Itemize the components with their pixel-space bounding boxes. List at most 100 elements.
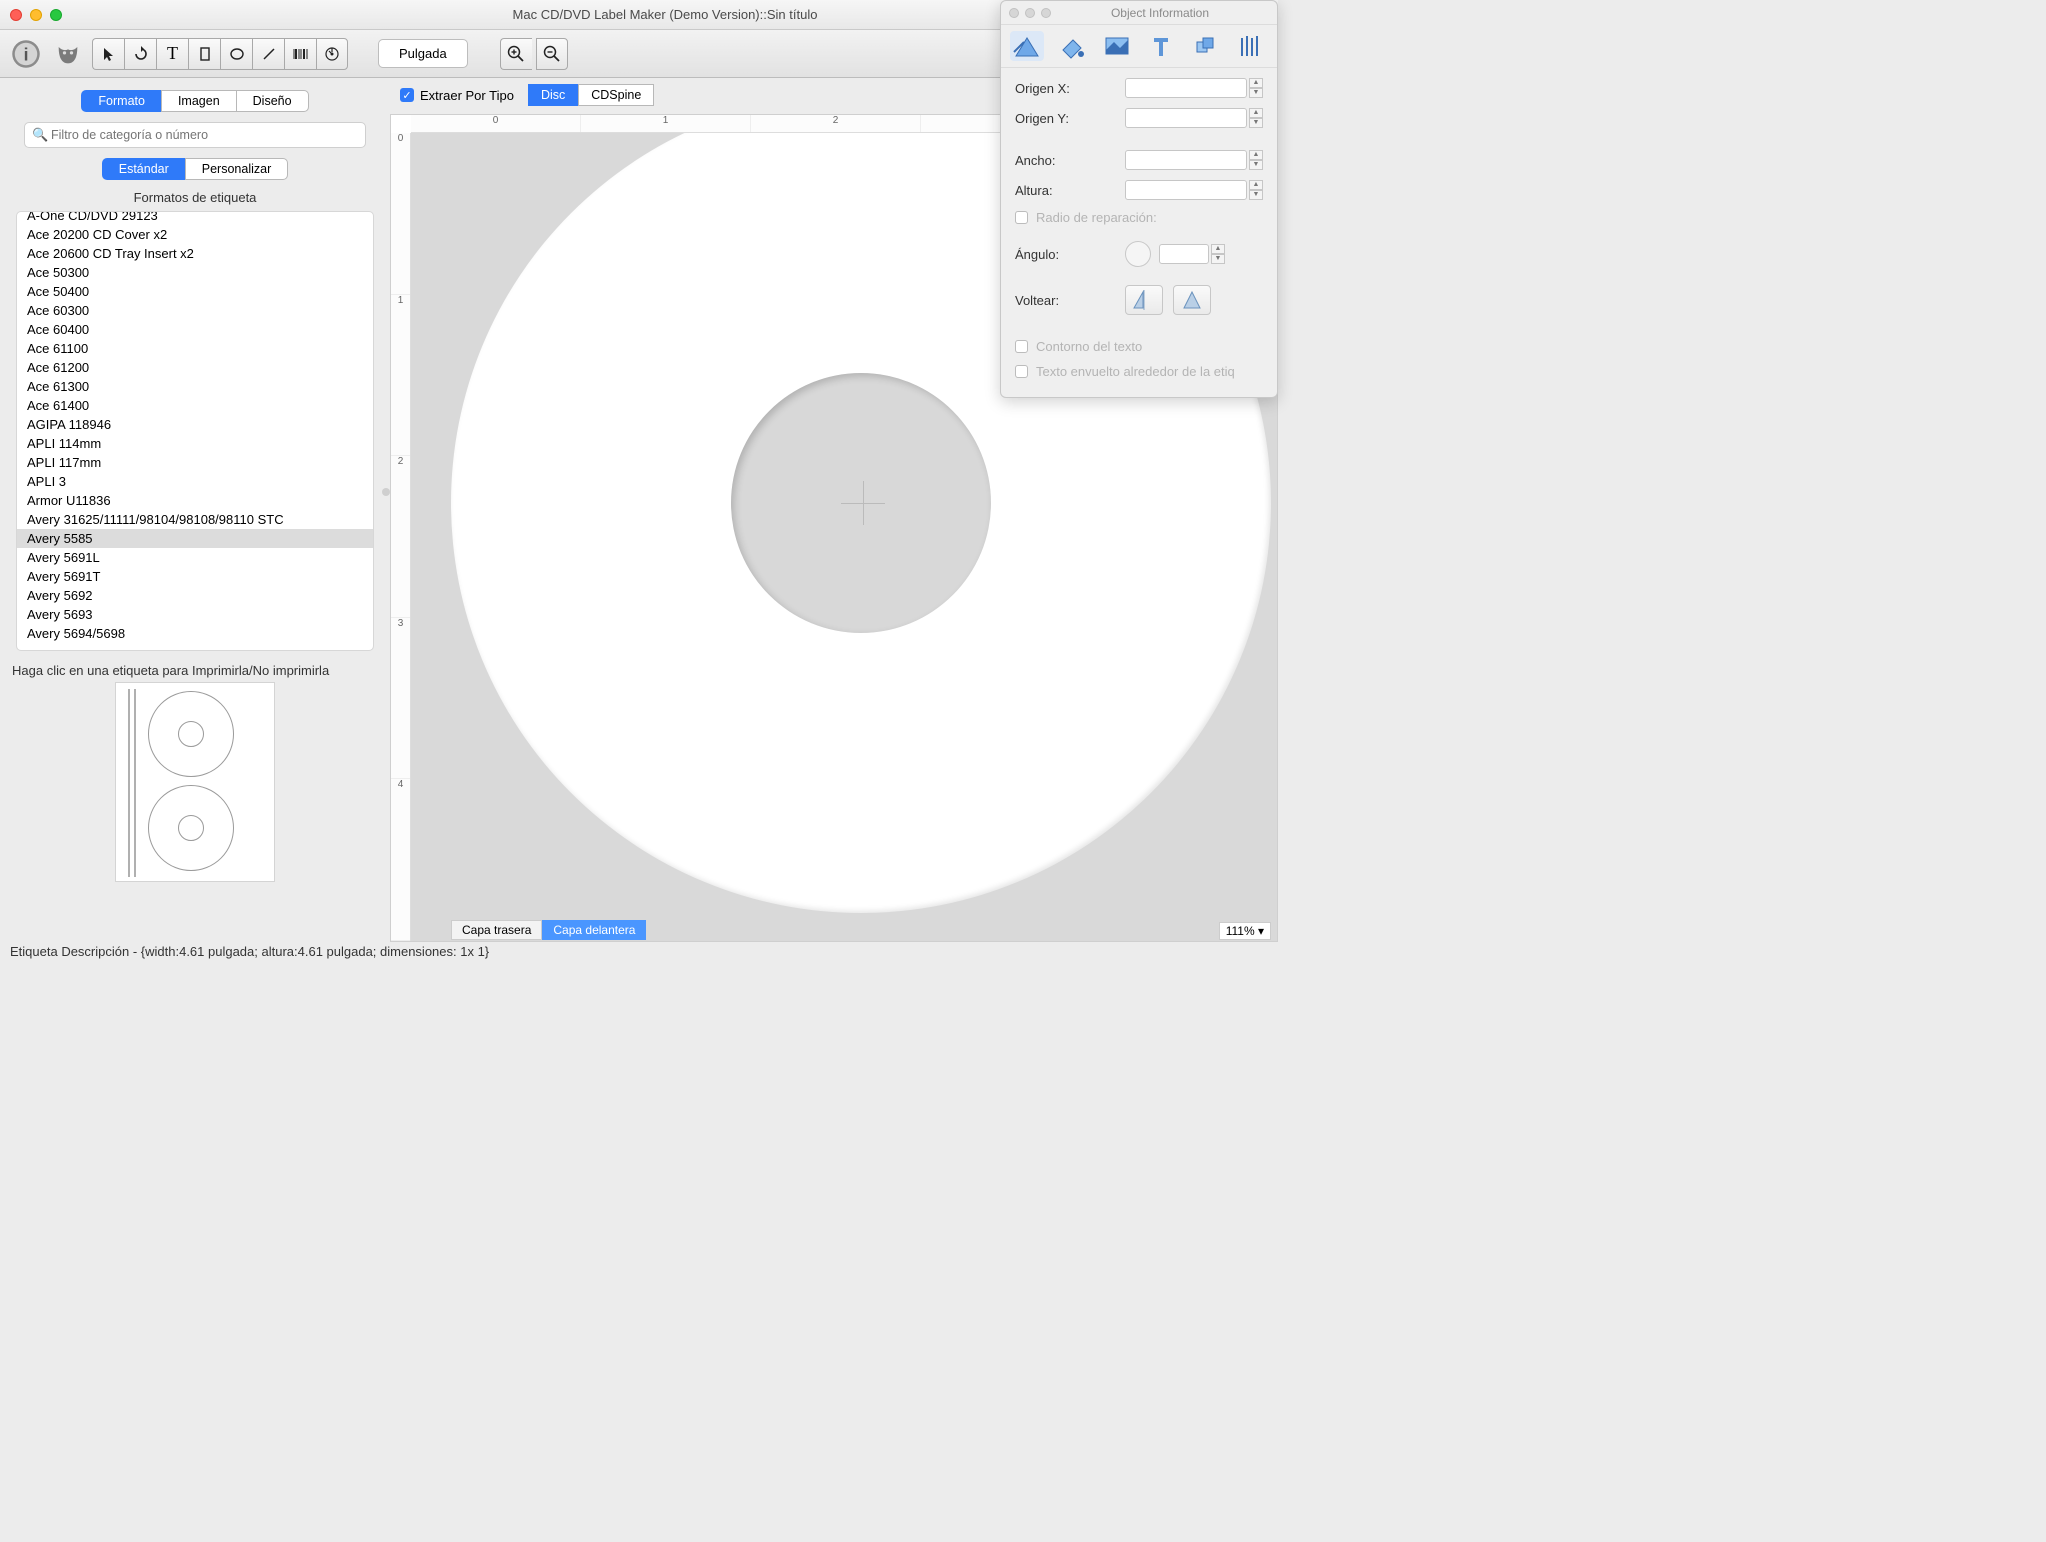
list-item[interactable]: Ace 61300 (17, 377, 373, 396)
zoom-window-button[interactable] (50, 9, 62, 21)
panel-zoom-button[interactable] (1041, 8, 1051, 18)
zoom-in-icon[interactable] (500, 38, 532, 70)
tab-formato[interactable]: Formato (81, 90, 161, 112)
origin-y-stepper[interactable]: ▲▼ (1249, 108, 1263, 128)
ruler-tick: 2 (391, 456, 410, 618)
flip-label: Voltear: (1015, 293, 1125, 308)
outline-checkbox[interactable] (1015, 340, 1028, 353)
angle-stepper[interactable]: ▲▼ (1211, 244, 1225, 264)
layer-front[interactable]: Capa delantera (542, 920, 646, 940)
tab-diseno[interactable]: Diseño (236, 90, 309, 112)
list-item[interactable]: A-One CD/DVD 29123 (17, 211, 373, 225)
list-item[interactable]: Avery 5693 (17, 605, 373, 624)
origin-y-label: Origen Y: (1015, 111, 1125, 126)
flip-horizontal-button[interactable] (1125, 285, 1163, 315)
panel-body: Origen X:▲▼ Origen Y:▲▼ Ancho:▲▼ Altura:… (1001, 68, 1277, 397)
list-item[interactable]: Avery 5692 (17, 586, 373, 605)
list-item[interactable]: Ace 20200 CD Cover x2 (17, 225, 373, 244)
height-input[interactable] (1125, 180, 1247, 200)
info-icon[interactable]: i (8, 36, 44, 72)
sidebar: Formato Imagen Diseño 🔍 Estándar Persona… (0, 78, 390, 942)
angle-input[interactable] (1159, 244, 1209, 264)
panel-tab-geometry-icon[interactable] (1010, 31, 1044, 61)
line-tool-icon[interactable] (252, 38, 284, 70)
height-stepper[interactable]: ▲▼ (1249, 180, 1263, 200)
pointer-tool-icon[interactable] (92, 38, 124, 70)
list-item[interactable]: Avery 5691T (17, 567, 373, 586)
wrap-checkbox[interactable] (1015, 365, 1028, 378)
panel-tab-arrange-icon[interactable] (1189, 31, 1223, 61)
layer-tabs: Capa trasera Capa delantera (451, 920, 646, 940)
list-item[interactable]: Avery 5694/5698 (17, 624, 373, 643)
mask-icon[interactable] (50, 36, 86, 72)
tab-imagen[interactable]: Imagen (161, 90, 236, 112)
object-info-panel: Object Information Origen X: ▲▼ Origen Y:… (1000, 0, 1278, 398)
search-input[interactable] (24, 122, 366, 148)
list-item[interactable]: Ace 50400 (17, 282, 373, 301)
traffic-lights (10, 9, 62, 21)
layer-back[interactable]: Capa trasera (451, 920, 542, 940)
list-item[interactable]: Armor U11836 (17, 491, 373, 510)
list-item[interactable]: AGIPA 118946 (17, 415, 373, 434)
panel-tab-shadow-icon[interactable] (1234, 31, 1268, 61)
panel-title: Object Information (1051, 6, 1269, 20)
list-item[interactable]: Ace 61400 (17, 396, 373, 415)
zoom-out-icon[interactable] (536, 38, 568, 70)
list-item[interactable]: Ace 20600 CD Tray Insert x2 (17, 244, 373, 263)
panel-min-button[interactable] (1025, 8, 1035, 18)
list-item[interactable]: APLI 114mm (17, 434, 373, 453)
formats-header: Formatos de etiqueta (6, 184, 384, 209)
origin-x-input[interactable] (1125, 78, 1247, 98)
panel-tab-icons (1001, 25, 1277, 68)
formats-list[interactable]: A-One CD/DVD 29123Ace 20200 CD Cover x2A… (16, 211, 374, 651)
status-bar: Etiqueta Descripción - {width:4.61 pulga… (0, 942, 1278, 964)
list-item[interactable]: APLI 3 (17, 472, 373, 491)
zoom-readout[interactable]: 111% ▾ (1219, 922, 1271, 940)
close-window-button[interactable] (10, 9, 22, 21)
wrap-label: Texto envuelto alrededor de la etiq (1036, 364, 1235, 379)
ruler-tick: 0 (391, 133, 410, 295)
tab-personalizar[interactable]: Personalizar (185, 158, 288, 180)
list-item[interactable]: Ace 61200 (17, 358, 373, 377)
panel-close-button[interactable] (1009, 8, 1019, 18)
list-item[interactable]: APLI 117mm (17, 453, 373, 472)
preview-instruction: Haga clic en una etiqueta para Imprimirl… (6, 653, 384, 682)
ruler-tick: 1 (391, 295, 410, 457)
flip-vertical-button[interactable] (1173, 285, 1211, 315)
sidebar-resize-handle[interactable] (382, 488, 390, 496)
list-item[interactable]: Avery 31625/11111/98104/98108/98110 STC (17, 510, 373, 529)
label-preview[interactable] (115, 682, 275, 882)
outline-label: Contorno del texto (1036, 339, 1142, 354)
list-item[interactable]: Avery 5585 (17, 529, 373, 548)
origin-x-stepper[interactable]: ▲▼ (1249, 78, 1263, 98)
rectangle-tool-icon[interactable] (188, 38, 220, 70)
tool-group: T (92, 38, 348, 70)
repair-radius-checkbox[interactable] (1015, 211, 1028, 224)
width-input[interactable] (1125, 150, 1247, 170)
height-label: Altura: (1015, 183, 1125, 198)
extract-label: Extraer Por Tipo (420, 88, 514, 103)
minimize-window-button[interactable] (30, 9, 42, 21)
unit-button[interactable]: Pulgada (378, 39, 468, 68)
list-item[interactable]: Ace 50300 (17, 263, 373, 282)
text-tool-icon[interactable]: T (156, 38, 188, 70)
seg-disc[interactable]: Disc (528, 84, 578, 106)
extract-checkbox[interactable]: ✓ (400, 88, 414, 102)
seg-cdspine[interactable]: CDSpine (578, 84, 654, 106)
circular-text-tool-icon[interactable] (316, 38, 348, 70)
barcode-tool-icon[interactable] (284, 38, 316, 70)
panel-tab-fill-icon[interactable] (1055, 31, 1089, 61)
tab-estandar[interactable]: Estándar (102, 158, 185, 180)
rotate-tool-icon[interactable] (124, 38, 156, 70)
width-stepper[interactable]: ▲▼ (1249, 150, 1263, 170)
origin-x-label: Origen X: (1015, 81, 1125, 96)
list-item[interactable]: Ace 61100 (17, 339, 373, 358)
list-item[interactable]: Avery 5691L (17, 548, 373, 567)
angle-dial[interactable] (1125, 241, 1151, 267)
panel-tab-image-icon[interactable] (1100, 31, 1134, 61)
origin-y-input[interactable] (1125, 108, 1247, 128)
list-item[interactable]: Ace 60400 (17, 320, 373, 339)
list-item[interactable]: Ace 60300 (17, 301, 373, 320)
panel-tab-text-icon[interactable] (1144, 31, 1178, 61)
ellipse-tool-icon[interactable] (220, 38, 252, 70)
